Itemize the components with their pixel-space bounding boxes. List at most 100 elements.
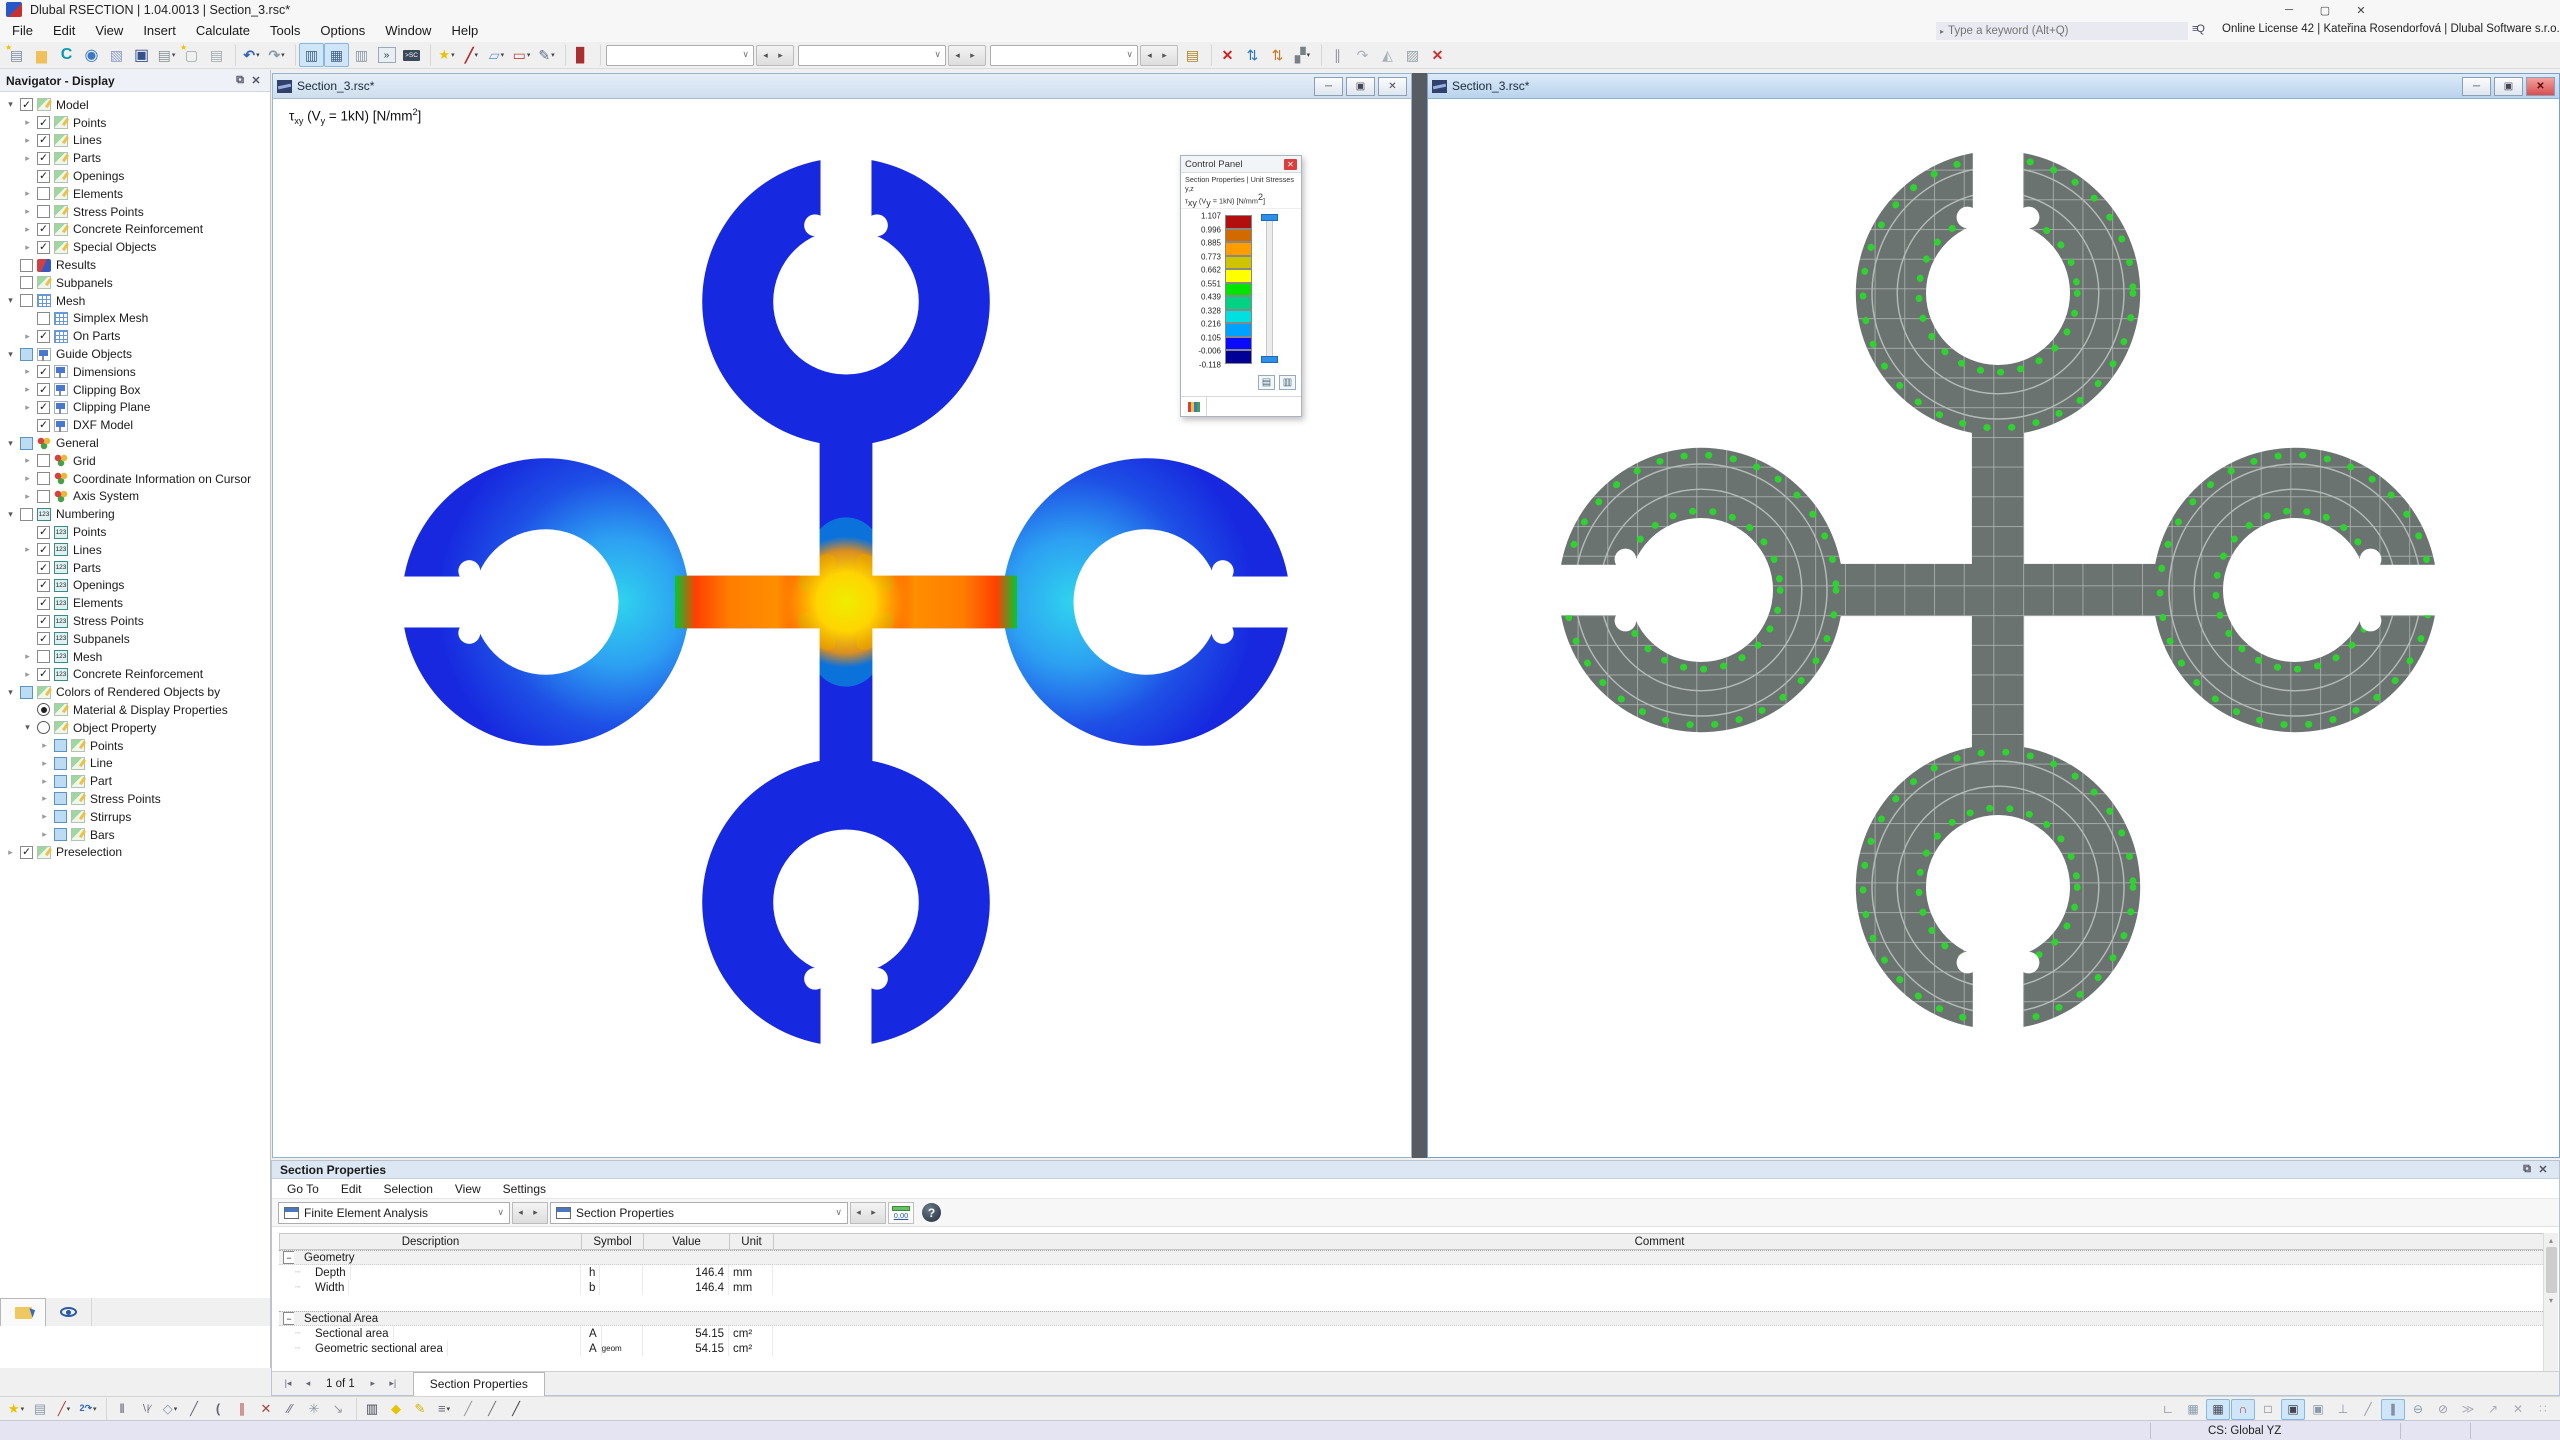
tree-item[interactable]: Special Objects — [0, 238, 270, 256]
chevron-down-icon[interactable]: ∨ — [497, 1207, 504, 1218]
tree-checkbox[interactable] — [37, 400, 50, 414]
tree-item[interactable]: Concrete Reinforcement — [0, 221, 270, 239]
slider-min-handle[interactable] — [1261, 356, 1278, 364]
tree-checkbox[interactable] — [20, 507, 33, 521]
separator[interactable] — [289, 44, 296, 66]
workplane-combo[interactable] — [798, 44, 946, 66]
table-row[interactable]: Geometric sectional area Ageom 54.15 cm² — [279, 1341, 2547, 1356]
dim-cross-icon[interactable] — [254, 1398, 278, 1420]
tree-item[interactable]: Stress Points — [0, 203, 270, 221]
tree-item[interactable]: Object Property — [0, 719, 270, 737]
mesh-plot-canvas[interactable] — [1428, 99, 2559, 1157]
grid-view-icon[interactable] — [2181, 1399, 2205, 1420]
clipboard-icon[interactable] — [28, 1398, 52, 1420]
mdi-restore-button[interactable]: ▣ — [1346, 76, 1375, 96]
endpoint-snap-icon[interactable] — [2256, 1399, 2280, 1420]
tree-item[interactable]: Elements — [0, 594, 270, 612]
expand-toggle-icon[interactable] — [4, 847, 17, 858]
rebar-bend-icon[interactable] — [480, 1398, 504, 1420]
expand-toggle-icon[interactable] — [4, 349, 17, 360]
tree-checkbox[interactable] — [20, 685, 33, 699]
scrollbar-thumb[interactable] — [2545, 1247, 2557, 1293]
stress-analysis-icon[interactable]: ▾ — [1290, 43, 1315, 67]
rebar-icon[interactable] — [456, 1398, 480, 1420]
expand-toggle-icon[interactable] — [38, 793, 51, 804]
separator[interactable] — [350, 1397, 357, 1420]
help-icon[interactable]: ? — [922, 1203, 941, 1222]
expand-toggle-icon[interactable] — [38, 829, 51, 840]
mdi-minimize-button[interactable]: ─ — [2462, 76, 2491, 96]
mirror-icon[interactable] — [1375, 43, 1400, 67]
table-row[interactable]: − Geometry — [279, 1250, 2547, 1265]
expand-toggle-icon[interactable] — [4, 509, 17, 520]
table-row[interactable]: Depth h 146.4 mm — [279, 1265, 2547, 1280]
tree-checkbox[interactable] — [54, 739, 67, 753]
dropdown-arrow-icon[interactable]: ▾ — [21, 1405, 25, 1413]
table-row[interactable] — [279, 1295, 2547, 1311]
tree-checkbox[interactable] — [37, 596, 50, 610]
tangent-snap-icon[interactable] — [2406, 1399, 2430, 1420]
float-panel-icon[interactable]: ⧉ — [232, 74, 248, 87]
menu-item[interactable]: Help — [441, 20, 488, 42]
tree-checkbox[interactable] — [54, 828, 67, 842]
collapse-group-icon[interactable]: − — [283, 1251, 294, 1264]
tree-checkbox[interactable] — [37, 650, 50, 664]
tree-checkbox[interactable] — [20, 294, 33, 308]
keyword-search[interactable]: ▸ — [1936, 22, 2188, 40]
table-row[interactable]: Width b 146.4 mm — [279, 1280, 2547, 1295]
separator[interactable] — [1315, 44, 1322, 66]
tree-item[interactable]: Elements — [0, 185, 270, 203]
expand-toggle-icon[interactable] — [4, 687, 17, 698]
restore-button[interactable]: ▢ — [2308, 1, 2342, 19]
clear-results-icon[interactable] — [1215, 43, 1240, 67]
dropdown-arrow-icon[interactable]: ▾ — [501, 51, 505, 59]
tree-checkbox[interactable] — [37, 418, 50, 432]
expand-toggle-icon[interactable] — [38, 758, 51, 769]
weld-edit-icon[interactable] — [408, 1398, 432, 1420]
snap-cross-icon[interactable] — [2506, 1399, 2530, 1420]
navigator-display-tab[interactable] — [0, 1298, 46, 1326]
tree-item[interactable]: Bars — [0, 826, 270, 844]
dropdown-arrow-icon[interactable]: ▾ — [256, 51, 260, 59]
intersection-snap-icon[interactable] — [2306, 1399, 2330, 1420]
tree-item[interactable]: Mesh — [0, 292, 270, 310]
search-expand-icon[interactable]: ▸ — [1940, 27, 1944, 36]
new-part-icon[interactable]: ▾ — [484, 43, 509, 67]
tree-item[interactable]: Preselection — [0, 843, 270, 861]
tree-item[interactable]: Dimensions — [0, 363, 270, 381]
expand-toggle-icon[interactable] — [21, 331, 34, 342]
dropdown-arrow-icon[interactable]: ▾ — [527, 51, 531, 59]
measure-length-icon[interactable]: ▾ — [52, 1398, 76, 1420]
control-panel[interactable]: Control Panel ✕ Section Properties | Uni… — [1180, 155, 1302, 417]
next-page-button[interactable]: ▸ — [363, 1375, 383, 1393]
workplane-spin-buttons[interactable] — [948, 44, 986, 66]
tree-checkbox[interactable] — [37, 240, 50, 254]
tree-checkbox[interactable] — [37, 311, 50, 325]
material-library-icon[interactable] — [569, 43, 594, 67]
layers-icon[interactable]: ▾ — [432, 1398, 456, 1420]
expand-toggle-icon[interactable] — [38, 776, 51, 787]
close-icon[interactable]: ✕ — [1284, 158, 1297, 170]
tree-checkbox[interactable] — [37, 169, 50, 183]
tree-checkbox[interactable] — [37, 489, 50, 503]
slider-max-handle[interactable] — [1261, 214, 1278, 222]
expand-toggle-icon[interactable] — [21, 651, 34, 662]
tree-checkbox[interactable] — [37, 578, 50, 592]
color-scale-tab[interactable] — [1181, 397, 1207, 416]
separator[interactable] — [229, 44, 236, 66]
tree-checkbox[interactable] — [37, 383, 50, 397]
dropdown-arrow-icon[interactable]: ▾ — [451, 51, 455, 59]
tree-item[interactable]: Line — [0, 754, 270, 772]
tree-item[interactable]: Points — [0, 114, 270, 132]
tree-checkbox[interactable] — [37, 667, 50, 681]
separator[interactable] — [1205, 44, 1212, 66]
tables-toggle-icon[interactable] — [324, 43, 349, 67]
expand-toggle-icon[interactable] — [21, 544, 34, 555]
open-file-icon[interactable] — [29, 43, 54, 67]
mdi-close-button[interactable]: ✕ — [1378, 76, 1407, 96]
tree-checkbox[interactable] — [54, 774, 67, 788]
dropdown-arrow-icon[interactable]: ▾ — [93, 1405, 97, 1413]
origin-snap-icon[interactable] — [2156, 1399, 2180, 1420]
panel-settings-icon[interactable]: ▤ — [1258, 375, 1275, 390]
dim-segment-icon[interactable] — [182, 1398, 206, 1420]
